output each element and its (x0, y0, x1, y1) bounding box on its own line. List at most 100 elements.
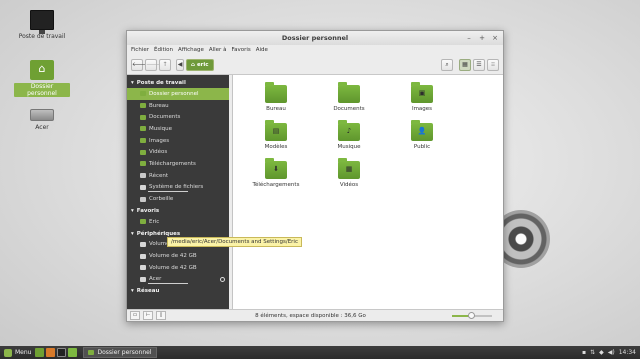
sidebar-section-network[interactable]: ▾ Réseau (127, 285, 229, 296)
home-folder-icon (140, 91, 146, 97)
music-folder-icon (140, 126, 146, 132)
sidebar: ▾ Poste de travail Dossier personnel Bur… (127, 75, 229, 309)
up-button[interactable]: 🡑 (159, 58, 171, 71)
mint-logo-icon (4, 348, 12, 357)
menu-edition[interactable]: Édition (154, 47, 173, 53)
path-tooltip: /media/eric/Acer/Documents and Settings/… (167, 237, 302, 247)
compact-view-button[interactable]: ⁝⁝ (487, 58, 499, 71)
sidebar-item-home[interactable]: Dossier personnel (127, 88, 229, 100)
sidebar-item-volume[interactable]: Volume de 42 GB (127, 262, 229, 274)
shield-icon[interactable]: ◆ (599, 349, 604, 356)
pictures-folder-icon: ▣ (411, 82, 433, 103)
drive-icon (140, 253, 146, 259)
window-title: Dossier personnel (281, 34, 349, 42)
chevron-down-icon: ▾ (131, 288, 134, 295)
home-folder-icon (88, 350, 95, 355)
folder-item[interactable]: ⬇ Téléchargements (248, 158, 304, 188)
desktop-icon-label: Poste de travail (18, 33, 66, 40)
desktop-folder-icon (265, 82, 287, 103)
eject-icon[interactable] (220, 276, 225, 282)
back-button[interactable]: 🡐 (131, 58, 148, 71)
file-view: Bureau Documents ▣ Images ▤ Modèles ♪ Mu… (233, 75, 503, 309)
tray-app-icon[interactable]: ▪ (582, 349, 586, 356)
download-folder-icon (140, 161, 146, 167)
sidebar-item-images[interactable]: Images (127, 135, 229, 147)
chevron-down-icon: ▾ (131, 207, 134, 214)
toggle-tree-button[interactable]: ⊢ (143, 311, 153, 320)
maximize-button[interactable]: + (478, 31, 486, 45)
show-desktop-icon[interactable] (35, 348, 45, 357)
close-button[interactable]: × (491, 31, 499, 45)
folder-item[interactable]: ▦ Vidéos (321, 158, 377, 188)
sidebar-item-telechargements[interactable]: Téléchargements (127, 158, 229, 170)
sidebar-item-acer[interactable]: Acer (127, 274, 229, 286)
home-icon: ⌂ (191, 61, 195, 68)
minimize-button[interactable]: – (465, 31, 473, 45)
folder-item[interactable]: ♪ Musique (321, 120, 377, 150)
icon-view-button[interactable]: ▦ (459, 58, 471, 71)
taskbar-window-button[interactable]: Dossier personnel (83, 347, 158, 358)
clock[interactable]: 14:34 (619, 349, 636, 356)
videos-folder-icon (140, 149, 146, 155)
sidebar-item-videos[interactable]: Vidéos (127, 146, 229, 158)
folder-item[interactable]: ▣ Images (394, 82, 450, 112)
menu-aller-a[interactable]: Aller à (209, 47, 227, 53)
window-content: ▾ Poste de travail Dossier personnel Bur… (127, 75, 503, 309)
list-view-button[interactable]: ☰ (473, 58, 485, 71)
taskbar: Menu Dossier personnel ▪ ⇅ ◆ ◀) 14:34 (0, 346, 640, 359)
clock-icon (140, 173, 146, 179)
usage-bar (148, 191, 188, 193)
sidebar-item-filesystem[interactable]: Système de fichiers (127, 182, 229, 194)
desktop-icon-computer[interactable]: Poste de travail (14, 10, 70, 40)
folder-item[interactable]: ▤ Modèles (248, 120, 304, 150)
window-controls: – + × (465, 31, 499, 45)
files-icon[interactable] (68, 348, 78, 357)
sidebar-section-computer[interactable]: ▾ Poste de travail (127, 77, 229, 88)
sidebar-item-documents[interactable]: Documents (127, 111, 229, 123)
network-icon[interactable]: ⇅ (590, 349, 595, 356)
sidebar-item-bureau[interactable]: Bureau (127, 100, 229, 112)
drive-icon (140, 265, 146, 271)
desktop-icon-drive[interactable]: Acer (14, 104, 70, 131)
menu-fichier[interactable]: Fichier (131, 47, 149, 53)
music-folder-icon: ♪ (338, 120, 360, 141)
hide-sidebar-button[interactable]: ▯ (156, 311, 166, 320)
sidebar-item-musique[interactable]: Musique (127, 123, 229, 135)
toolbar: 🡐 🡒 🡑 ◀ ⌂ eric ⌕ ▦ ☰ ⁝⁝ (127, 55, 503, 75)
sidebar-item-recent[interactable]: Récent (127, 170, 229, 182)
videos-folder-icon: ▦ (338, 158, 360, 179)
menu-affichage[interactable]: Affichage (178, 47, 204, 53)
sidebar-section-favorites[interactable]: ▾ Favoris (127, 205, 229, 216)
zoom-slider[interactable] (452, 311, 492, 319)
window-titlebar[interactable]: Dossier personnel – + × (127, 31, 503, 45)
menu-button[interactable]: Menu (0, 346, 35, 359)
breadcrumb-home[interactable]: ⌂ eric (186, 58, 214, 71)
desktop-icon-label: Dossier personnel (14, 83, 70, 97)
sidebar-item-volume[interactable]: Volume de 42 GB (127, 250, 229, 262)
folder-item[interactable]: Bureau (248, 82, 304, 112)
forward-button[interactable]: 🡒 (145, 58, 162, 71)
folder-item[interactable]: Documents (321, 82, 377, 112)
breadcrumb-label: eric (196, 61, 209, 68)
drive-icon (140, 184, 146, 190)
drive-icon (30, 109, 54, 121)
menu-aide[interactable]: Aide (256, 47, 268, 53)
sidebar-item-trash[interactable]: Corbeille (127, 193, 229, 205)
volume-icon[interactable]: ◀) (608, 349, 615, 356)
folder-icon (140, 114, 146, 120)
folder-item[interactable]: 👤 Public (394, 120, 450, 150)
sidebar-item-eric[interactable]: Eric (127, 216, 229, 228)
system-tray: ▪ ⇅ ◆ ◀) 14:34 (582, 349, 640, 356)
status-text: 8 éléments, espace disponible : 36,6 Go (255, 312, 366, 319)
pictures-folder-icon (140, 138, 146, 144)
desktop-icon-home[interactable]: Dossier personnel (14, 60, 70, 97)
search-button[interactable]: ⌕ (441, 58, 453, 71)
terminal-icon[interactable] (57, 348, 67, 357)
breadcrumb-prev-button[interactable]: ◀ (176, 58, 184, 71)
toggle-places-button[interactable]: ▭ (130, 311, 140, 320)
zoom-knob[interactable] (468, 311, 475, 319)
chevron-down-icon: ▾ (131, 80, 134, 86)
menu-favoris[interactable]: Favoris (231, 47, 250, 53)
documents-folder-icon (338, 82, 360, 103)
browser-icon[interactable] (46, 348, 56, 357)
